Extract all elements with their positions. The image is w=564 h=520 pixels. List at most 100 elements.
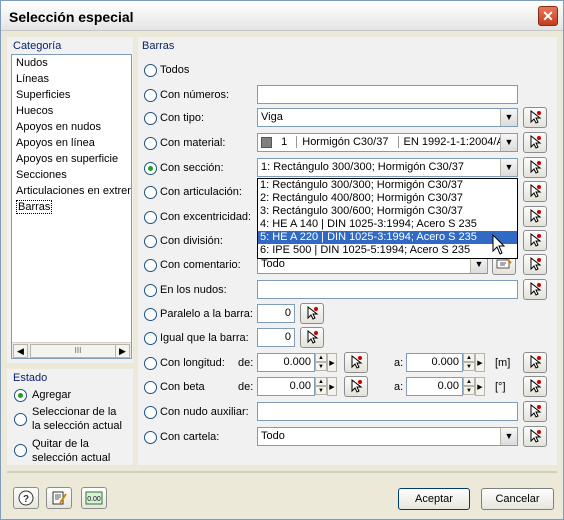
con-numeros-radio[interactable] [144, 89, 157, 102]
chevron-down-icon[interactable]: ▼ [500, 159, 517, 176]
spin-down-icon[interactable]: ▼ [315, 386, 327, 395]
paralelo-label[interactable]: Paralelo a la barra: [160, 308, 253, 320]
estado-agregar-radio[interactable] [14, 389, 27, 402]
longitud-de-input[interactable]: 0.000 [257, 353, 315, 372]
igual-pick-button[interactable] [300, 327, 324, 348]
spin-right-icon[interactable]: ▶ [475, 353, 485, 372]
todos-label[interactable]: Todos [160, 64, 189, 76]
categoria-item[interactable]: Apoyos en superficie [12, 151, 131, 167]
con-seccion-radio[interactable] [144, 162, 157, 175]
con-excentricidad-label[interactable]: Con excentricidad: [160, 211, 251, 223]
cancel-button[interactable]: Cancelar [481, 488, 554, 510]
estado-quitar-label-2[interactable]: selección actual [32, 452, 110, 464]
estado-quitar-radio[interactable] [14, 444, 27, 457]
todos-radio[interactable] [144, 64, 157, 77]
nudos-input[interactable] [257, 280, 518, 299]
igual-radio[interactable] [144, 332, 157, 345]
con-material-label[interactable]: Con material: [160, 137, 225, 149]
beta-a-pick-button[interactable] [523, 376, 547, 397]
tipo-select[interactable]: Viga ▼ [257, 108, 518, 127]
con-numeros-label[interactable]: Con números: [160, 89, 229, 101]
longitud-de-pick-button[interactable] [344, 352, 368, 373]
spin-right-icon[interactable]: ▶ [475, 377, 485, 396]
en-los-nudos-radio[interactable] [144, 284, 157, 297]
articulacion-pick-button[interactable] [523, 181, 547, 202]
scroll-left-arrow-icon[interactable]: ◀ [13, 344, 28, 358]
chevron-down-icon[interactable]: ▼ [500, 134, 517, 151]
con-articulacion-radio[interactable] [144, 186, 157, 199]
spin-up-icon[interactable]: ▲ [315, 353, 327, 362]
edit-button[interactable] [46, 487, 72, 509]
con-material-radio[interactable] [144, 137, 157, 150]
nudo-auxiliar-input[interactable] [257, 402, 518, 421]
close-button[interactable]: ✕ [538, 6, 558, 26]
con-cartela-radio[interactable] [144, 431, 157, 444]
spin-down-icon[interactable]: ▼ [315, 362, 327, 371]
horizontal-scrollbar[interactable]: ◀ III ▶ [12, 342, 131, 358]
con-longitud-radio[interactable] [144, 357, 157, 370]
accept-button[interactable]: Aceptar [398, 488, 470, 510]
con-beta-radio[interactable] [144, 381, 157, 394]
excentricidad-pick-button[interactable] [523, 206, 547, 227]
seccion-option[interactable]: 6: IPE 500 | DIN 1025-5:1994; Acero S 23… [258, 244, 517, 257]
nudo-auxiliar-pick-button[interactable] [523, 401, 547, 422]
spin-right-icon[interactable]: ▶ [327, 377, 337, 396]
beta-de-pick-button[interactable] [344, 376, 368, 397]
categoria-list[interactable]: Nudos Líneas Superficies Huecos Apoyos en nu… [11, 54, 132, 359]
con-excentricidad-radio[interactable] [144, 211, 157, 224]
en-los-nudos-label[interactable]: En los nudos: [160, 284, 227, 296]
con-nudo-auxiliar-label[interactable]: Con nudo auxiliar: [160, 406, 249, 418]
paralelo-radio[interactable] [144, 308, 157, 321]
categoria-item[interactable]: Apoyos en nudos [12, 119, 131, 135]
beta-de-spinner[interactable]: ▲ ▼ ▶ [315, 377, 339, 396]
longitud-a-spinner[interactable]: ▲ ▼ ▶ [463, 353, 487, 372]
seccion-option[interactable]: 1: Rectángulo 300/300; Hormigón C30/37 [258, 179, 517, 192]
con-division-radio[interactable] [144, 235, 157, 248]
estado-quitar-label-1[interactable]: Quitar de la [32, 438, 89, 450]
cartela-pick-button[interactable] [523, 426, 547, 447]
nudos-pick-button[interactable] [523, 279, 547, 300]
seccion-select[interactable]: 1: Rectángulo 300/300; Hormigón C30/37 ▼ [257, 158, 518, 177]
seccion-option[interactable]: 4: HE A 140 | DIN 1025-3:1994; Acero S 2… [258, 218, 517, 231]
scroll-right-arrow-icon[interactable]: ▶ [115, 344, 130, 358]
con-cartela-label[interactable]: Con cartela: [160, 431, 219, 443]
spin-right-icon[interactable]: ▶ [327, 353, 337, 372]
seccion-pick-button[interactable] [523, 157, 547, 178]
comentario-pick-button[interactable] [523, 254, 547, 275]
con-comentario-radio[interactable] [144, 259, 157, 272]
categoria-item[interactable]: Superficies [12, 87, 131, 103]
categoria-item[interactable]: Barras [12, 199, 131, 215]
longitud-a-input[interactable]: 0.000 [406, 353, 463, 372]
con-articulacion-label[interactable]: Con articulación: [160, 186, 242, 198]
categoria-item[interactable]: Articulaciones en extremo [12, 183, 131, 199]
longitud-a-pick-button[interactable] [523, 352, 547, 373]
beta-a-spinner[interactable]: ▲ ▼ ▶ [463, 377, 487, 396]
igual-input[interactable]: 0 [257, 328, 295, 347]
spin-up-icon[interactable]: ▲ [463, 377, 475, 386]
con-comentario-label[interactable]: Con comentario: [160, 259, 241, 271]
spin-down-icon[interactable]: ▼ [463, 362, 475, 371]
spin-up-icon[interactable]: ▲ [463, 353, 475, 362]
paralelo-pick-button[interactable] [300, 303, 324, 324]
con-division-label[interactable]: Con división: [160, 235, 223, 247]
estado-seleccionar-label-1[interactable]: Seleccionar de la [32, 406, 116, 418]
con-nudo-auxiliar-radio[interactable] [144, 406, 157, 419]
numeros-input[interactable] [257, 85, 518, 104]
seccion-option[interactable]: 5: HE A 220 | DIN 1025-3:1994; Acero S 2… [258, 231, 517, 244]
igual-label[interactable]: Igual que la barra: [160, 332, 249, 344]
beta-de-input[interactable]: 0.00 [257, 377, 315, 396]
categoria-item[interactable]: Secciones [12, 167, 131, 183]
categoria-item[interactable]: Apoyos en línea [12, 135, 131, 151]
chevron-down-icon[interactable]: ▼ [500, 428, 517, 445]
help-button[interactable]: ? [13, 487, 39, 509]
beta-a-input[interactable]: 0.00 [406, 377, 463, 396]
seccion-option[interactable]: 2: Rectángulo 400/800; Hormigón C30/37 [258, 192, 517, 205]
spin-down-icon[interactable]: ▼ [463, 386, 475, 395]
estado-seleccionar-radio[interactable] [14, 413, 27, 426]
division-pick-button[interactable] [523, 230, 547, 251]
categoria-item[interactable]: Huecos [12, 103, 131, 119]
spin-up-icon[interactable]: ▲ [315, 377, 327, 386]
estado-agregar-label[interactable]: Agregar [32, 389, 71, 401]
con-tipo-radio[interactable] [144, 112, 157, 125]
seccion-dropdown-list[interactable]: 1: Rectángulo 300/300; Hormigón C30/37 2:… [257, 178, 518, 259]
